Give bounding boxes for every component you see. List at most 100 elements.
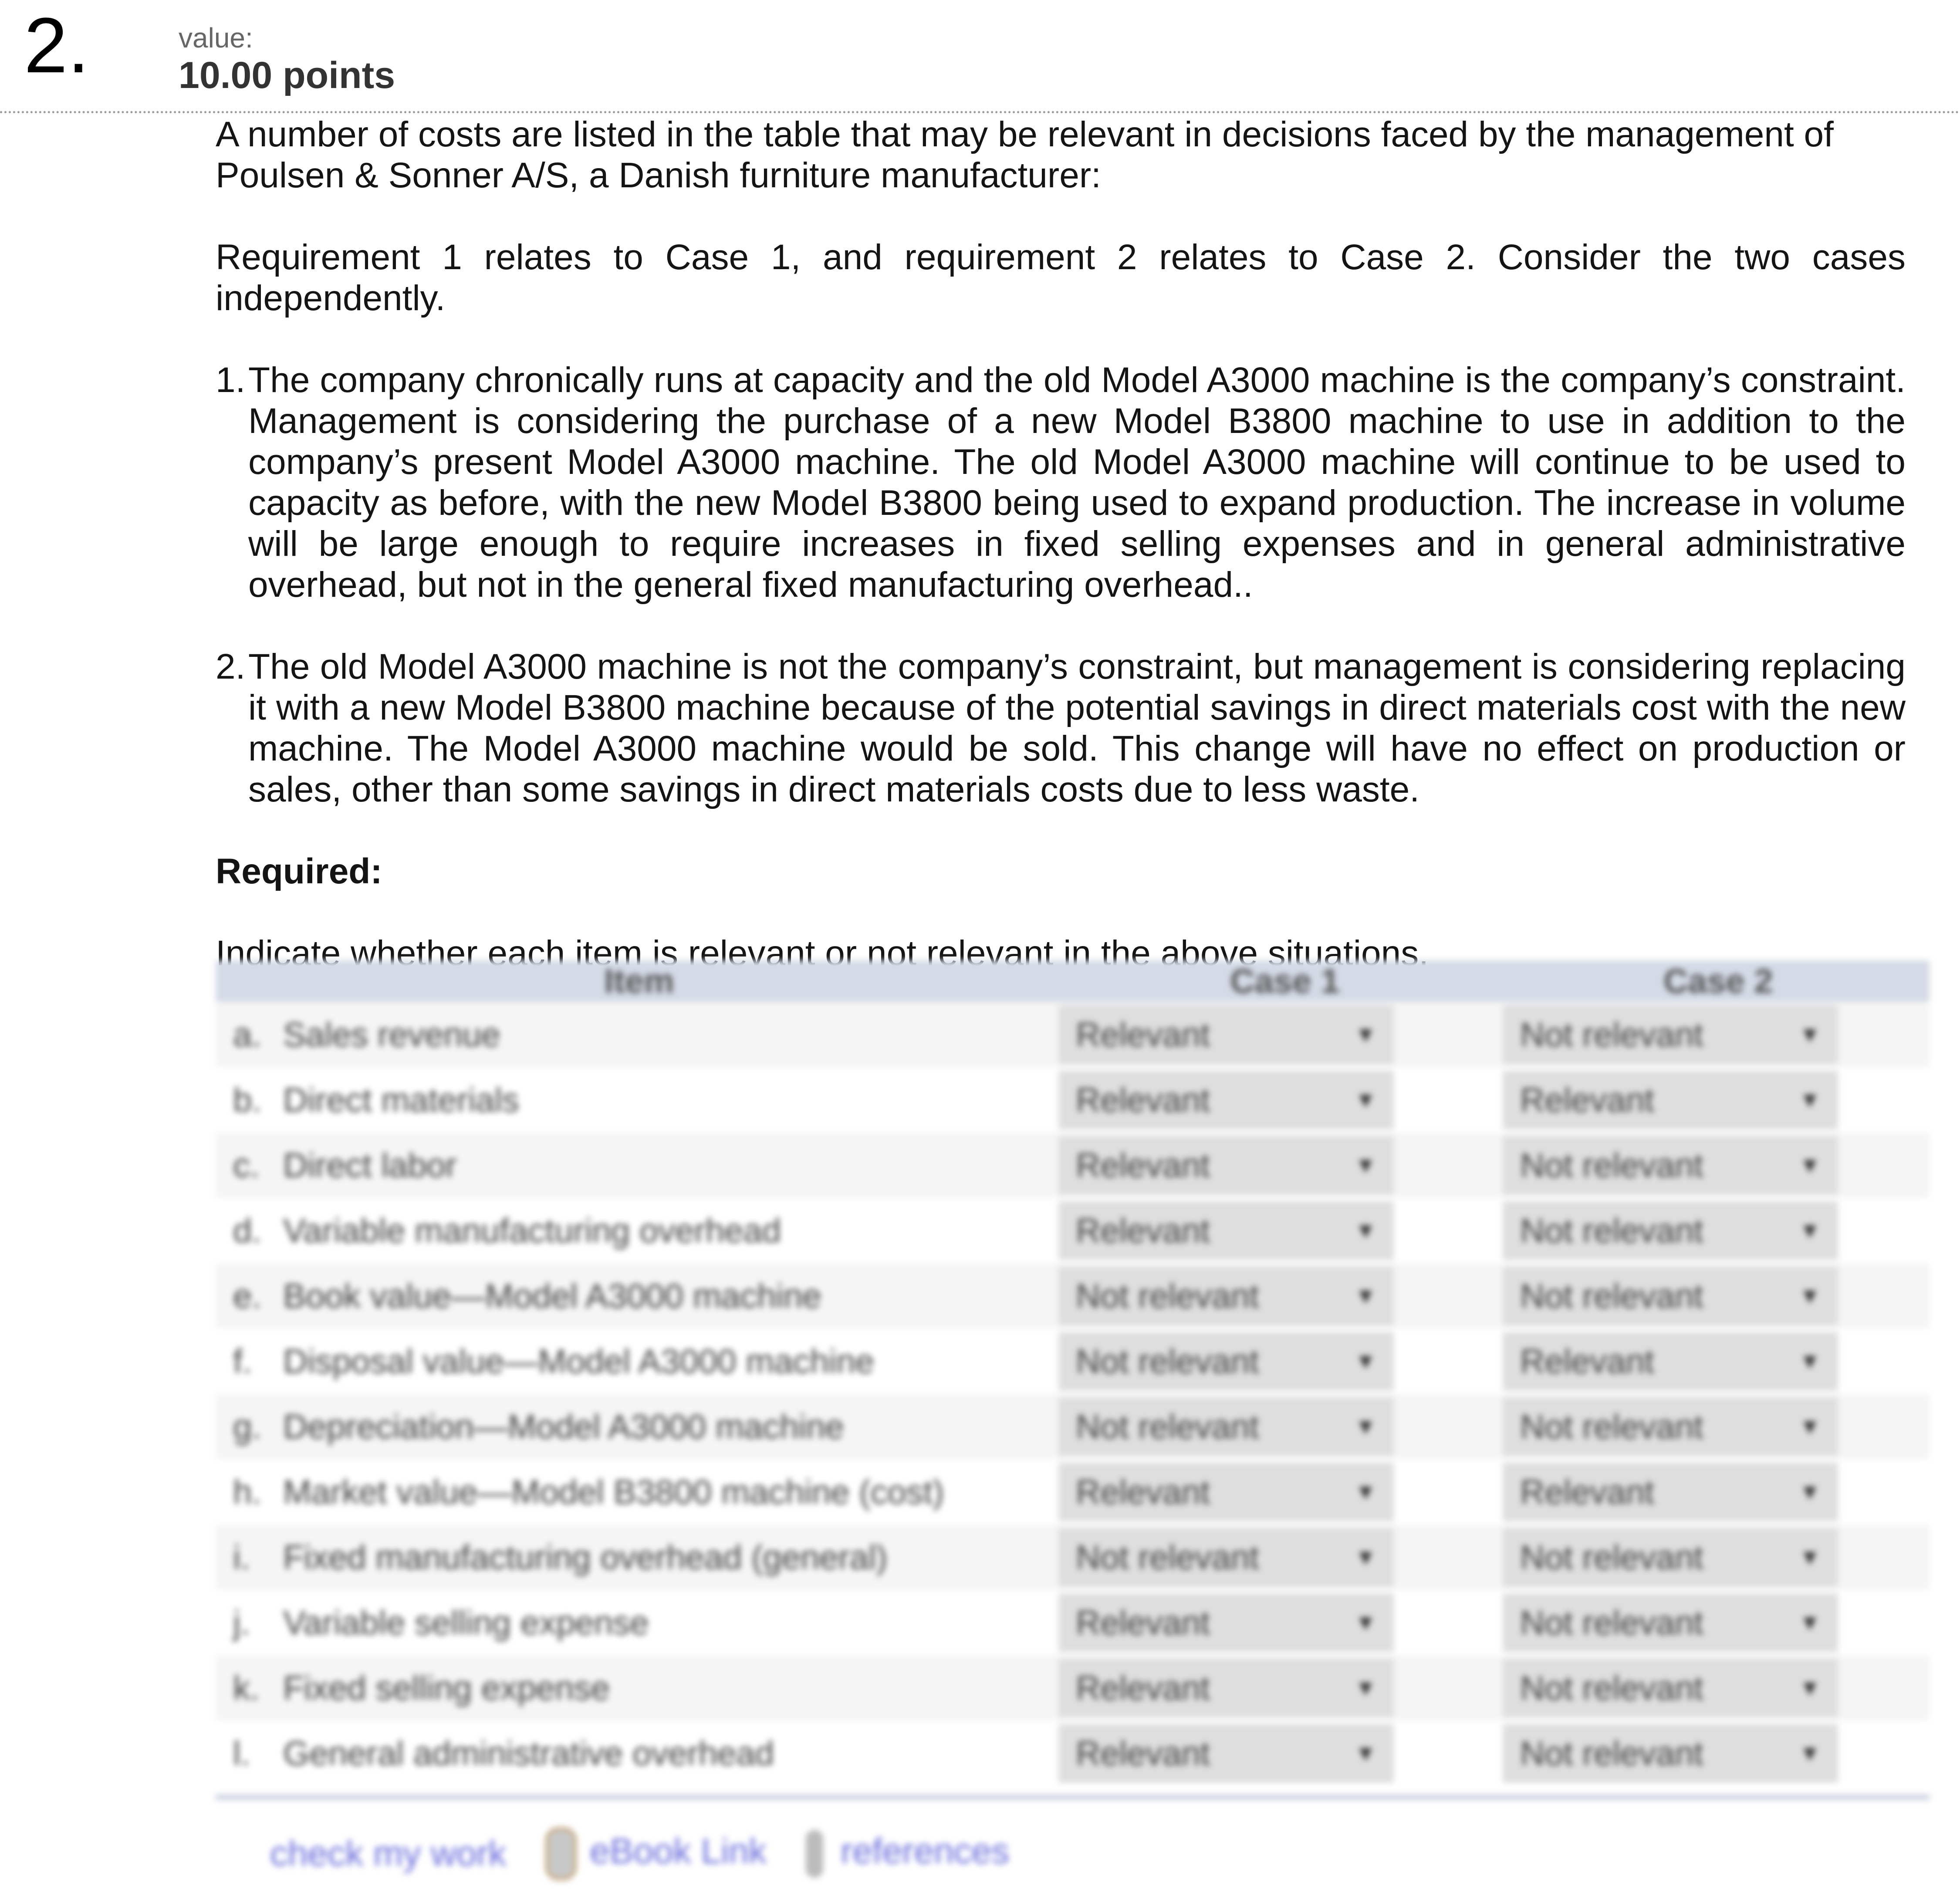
case1-cell: Not relevant ▼ — [1058, 1266, 1503, 1325]
case1-selected-value: Relevant — [1076, 1080, 1210, 1119]
case2-selected-value: Not relevant — [1520, 1211, 1703, 1250]
item-label: l. General administrative overhead — [216, 1734, 1058, 1773]
table-header: Item Case 1 Case 2 — [216, 960, 1930, 1002]
dropdown-arrow-icon: ▼ — [1799, 1414, 1821, 1439]
case2-select[interactable]: Not relevant ▼ — [1503, 1005, 1838, 1064]
case2-select[interactable]: Not relevant ▼ — [1503, 1724, 1838, 1783]
case1-selected-value: Relevant — [1076, 1015, 1210, 1054]
question-number: 2. — [24, 2, 90, 89]
case1-select[interactable]: Relevant ▼ — [1058, 1201, 1394, 1260]
check-my-work-link[interactable]: check my work — [270, 1833, 506, 1874]
case1-select[interactable]: Not relevant ▼ — [1058, 1397, 1394, 1456]
item-name: Direct labor — [283, 1146, 457, 1184]
case2-cell: Not relevant ▼ — [1503, 1201, 1925, 1260]
item-name: Book value—Model A3000 machine — [283, 1276, 821, 1315]
case1-selected-value: Relevant — [1076, 1146, 1210, 1184]
case1-select[interactable]: Relevant ▼ — [1058, 1136, 1394, 1195]
case1-select[interactable]: Relevant ▼ — [1058, 1005, 1394, 1064]
item-label: j. Variable selling expense — [216, 1603, 1058, 1643]
item-label: k. Fixed selling expense — [216, 1668, 1058, 1708]
case1-selected-value: Not relevant — [1076, 1407, 1259, 1446]
item-label: a. Sales revenue — [216, 1015, 1058, 1055]
case1-selected-value: Not relevant — [1076, 1276, 1259, 1315]
item-letter: h. — [233, 1472, 262, 1511]
case2-cell: Not relevant ▼ — [1503, 1593, 1925, 1652]
required-heading: Required: — [216, 852, 382, 891]
case2-selected-value: Not relevant — [1520, 1734, 1703, 1772]
table-row: h. Market value—Model B3800 machine (cost… — [216, 1459, 1930, 1525]
case2-select[interactable]: Not relevant ▼ — [1503, 1528, 1838, 1587]
case2-cell: Relevant ▼ — [1503, 1070, 1925, 1129]
item-name: Market value—Model B3800 machine (cost) — [283, 1472, 944, 1511]
case2-selected-value: Not relevant — [1520, 1603, 1703, 1642]
case2-selected-value: Not relevant — [1520, 1407, 1703, 1446]
item-letter: k. — [233, 1668, 260, 1707]
item-letter: a. — [233, 1015, 262, 1054]
item-label: e. Book value—Model A3000 machine — [216, 1276, 1058, 1316]
table-row: f. Disposal value—Model A3000 machine Not … — [216, 1328, 1930, 1394]
dropdown-arrow-icon: ▼ — [1355, 1022, 1377, 1047]
item-name: Sales revenue — [283, 1015, 500, 1054]
dropdown-arrow-icon: ▼ — [1355, 1480, 1377, 1504]
case2-select[interactable]: Not relevant ▼ — [1503, 1136, 1838, 1195]
case2-select[interactable]: Relevant ▼ — [1503, 1462, 1838, 1521]
case1-selected-value: Relevant — [1076, 1603, 1210, 1642]
requirement-note: Requirement 1 relates to Case 1, and req… — [216, 237, 1906, 318]
case1-selected-value: Not relevant — [1076, 1342, 1259, 1380]
case2-cell: Relevant ▼ — [1503, 1332, 1925, 1391]
references-link-group[interactable]: references — [805, 1830, 1009, 1878]
case1-select[interactable]: Not relevant ▼ — [1058, 1332, 1394, 1391]
case2-select[interactable]: Relevant ▼ — [1503, 1070, 1838, 1129]
case-item: 2. The old Model A3000 machine is not th… — [216, 646, 1906, 810]
table-row: b. Direct materials Relevant ▼ Relevant ▼ — [216, 1067, 1930, 1132]
case1-select[interactable]: Relevant ▼ — [1058, 1070, 1394, 1129]
item-letter: g. — [233, 1407, 262, 1446]
item-name: Fixed selling expense — [283, 1668, 610, 1707]
ebook-link[interactable]: eBook Link — [590, 1832, 767, 1871]
header-case2: Case 2 — [1663, 962, 1773, 1000]
dropdown-arrow-icon: ▼ — [1799, 1153, 1821, 1177]
case1-cell: Relevant ▼ — [1058, 1724, 1503, 1783]
ebook-link-group[interactable]: eBook Link — [545, 1827, 767, 1880]
case2-select[interactable]: Not relevant ▼ — [1503, 1397, 1838, 1456]
case1-select[interactable]: Relevant ▼ — [1058, 1593, 1394, 1652]
table-row: g. Depreciation—Model A3000 machine Not re… — [216, 1394, 1930, 1459]
case2-cell: Not relevant ▼ — [1503, 1724, 1925, 1783]
case1-cell: Relevant ▼ — [1058, 1070, 1503, 1129]
case2-select[interactable]: Not relevant ▼ — [1503, 1658, 1838, 1717]
case2-select[interactable]: Relevant ▼ — [1503, 1332, 1838, 1391]
case1-select[interactable]: Not relevant ▼ — [1058, 1528, 1394, 1587]
case2-selected-value: Relevant — [1520, 1472, 1654, 1511]
case2-select[interactable]: Not relevant ▼ — [1503, 1593, 1838, 1652]
footer-links: check my work eBook Link references — [270, 1827, 1009, 1880]
case1-select[interactable]: Not relevant ▼ — [1058, 1266, 1394, 1325]
dropdown-arrow-icon: ▼ — [1355, 1349, 1377, 1373]
case-item: 1. The company chronically runs at capac… — [216, 360, 1906, 605]
dropdown-arrow-icon: ▼ — [1799, 1088, 1821, 1112]
dropdown-arrow-icon: ▼ — [1355, 1153, 1377, 1177]
table-row: j. Variable selling expense Relevant ▼ Not r… — [216, 1590, 1930, 1655]
dropdown-arrow-icon: ▼ — [1355, 1218, 1377, 1243]
item-letter: l. — [233, 1734, 250, 1772]
case1-cell: Not relevant ▼ — [1058, 1528, 1503, 1587]
case1-select[interactable]: Relevant ▼ — [1058, 1724, 1394, 1783]
dropdown-arrow-icon: ▼ — [1355, 1610, 1377, 1635]
header-divider — [0, 111, 1960, 113]
table-row: i. Fixed manufacturing overhead (general)… — [216, 1525, 1930, 1590]
case1-select[interactable]: Relevant ▼ — [1058, 1462, 1394, 1521]
item-name: General administrative overhead — [283, 1734, 774, 1772]
case1-select[interactable]: Relevant ▼ — [1058, 1658, 1394, 1717]
case2-cell: Not relevant ▼ — [1503, 1266, 1925, 1325]
item-label: d. Variable manufacturing overhead — [216, 1211, 1058, 1251]
item-letter: b. — [233, 1080, 262, 1119]
references-link[interactable]: references — [841, 1832, 1009, 1871]
case2-select[interactable]: Not relevant ▼ — [1503, 1201, 1838, 1260]
table-row: k. Fixed selling expense Relevant ▼ Not rele… — [216, 1655, 1930, 1721]
dropdown-arrow-icon: ▼ — [1355, 1545, 1377, 1569]
case2-select[interactable]: Not relevant ▼ — [1503, 1266, 1838, 1325]
case2-selected-value: Not relevant — [1520, 1146, 1703, 1184]
item-label: g. Depreciation—Model A3000 machine — [216, 1407, 1058, 1447]
case2-cell: Not relevant ▼ — [1503, 1136, 1925, 1195]
header-item: Item — [604, 962, 674, 1000]
item-label: i. Fixed manufacturing overhead (general) — [216, 1538, 1058, 1577]
